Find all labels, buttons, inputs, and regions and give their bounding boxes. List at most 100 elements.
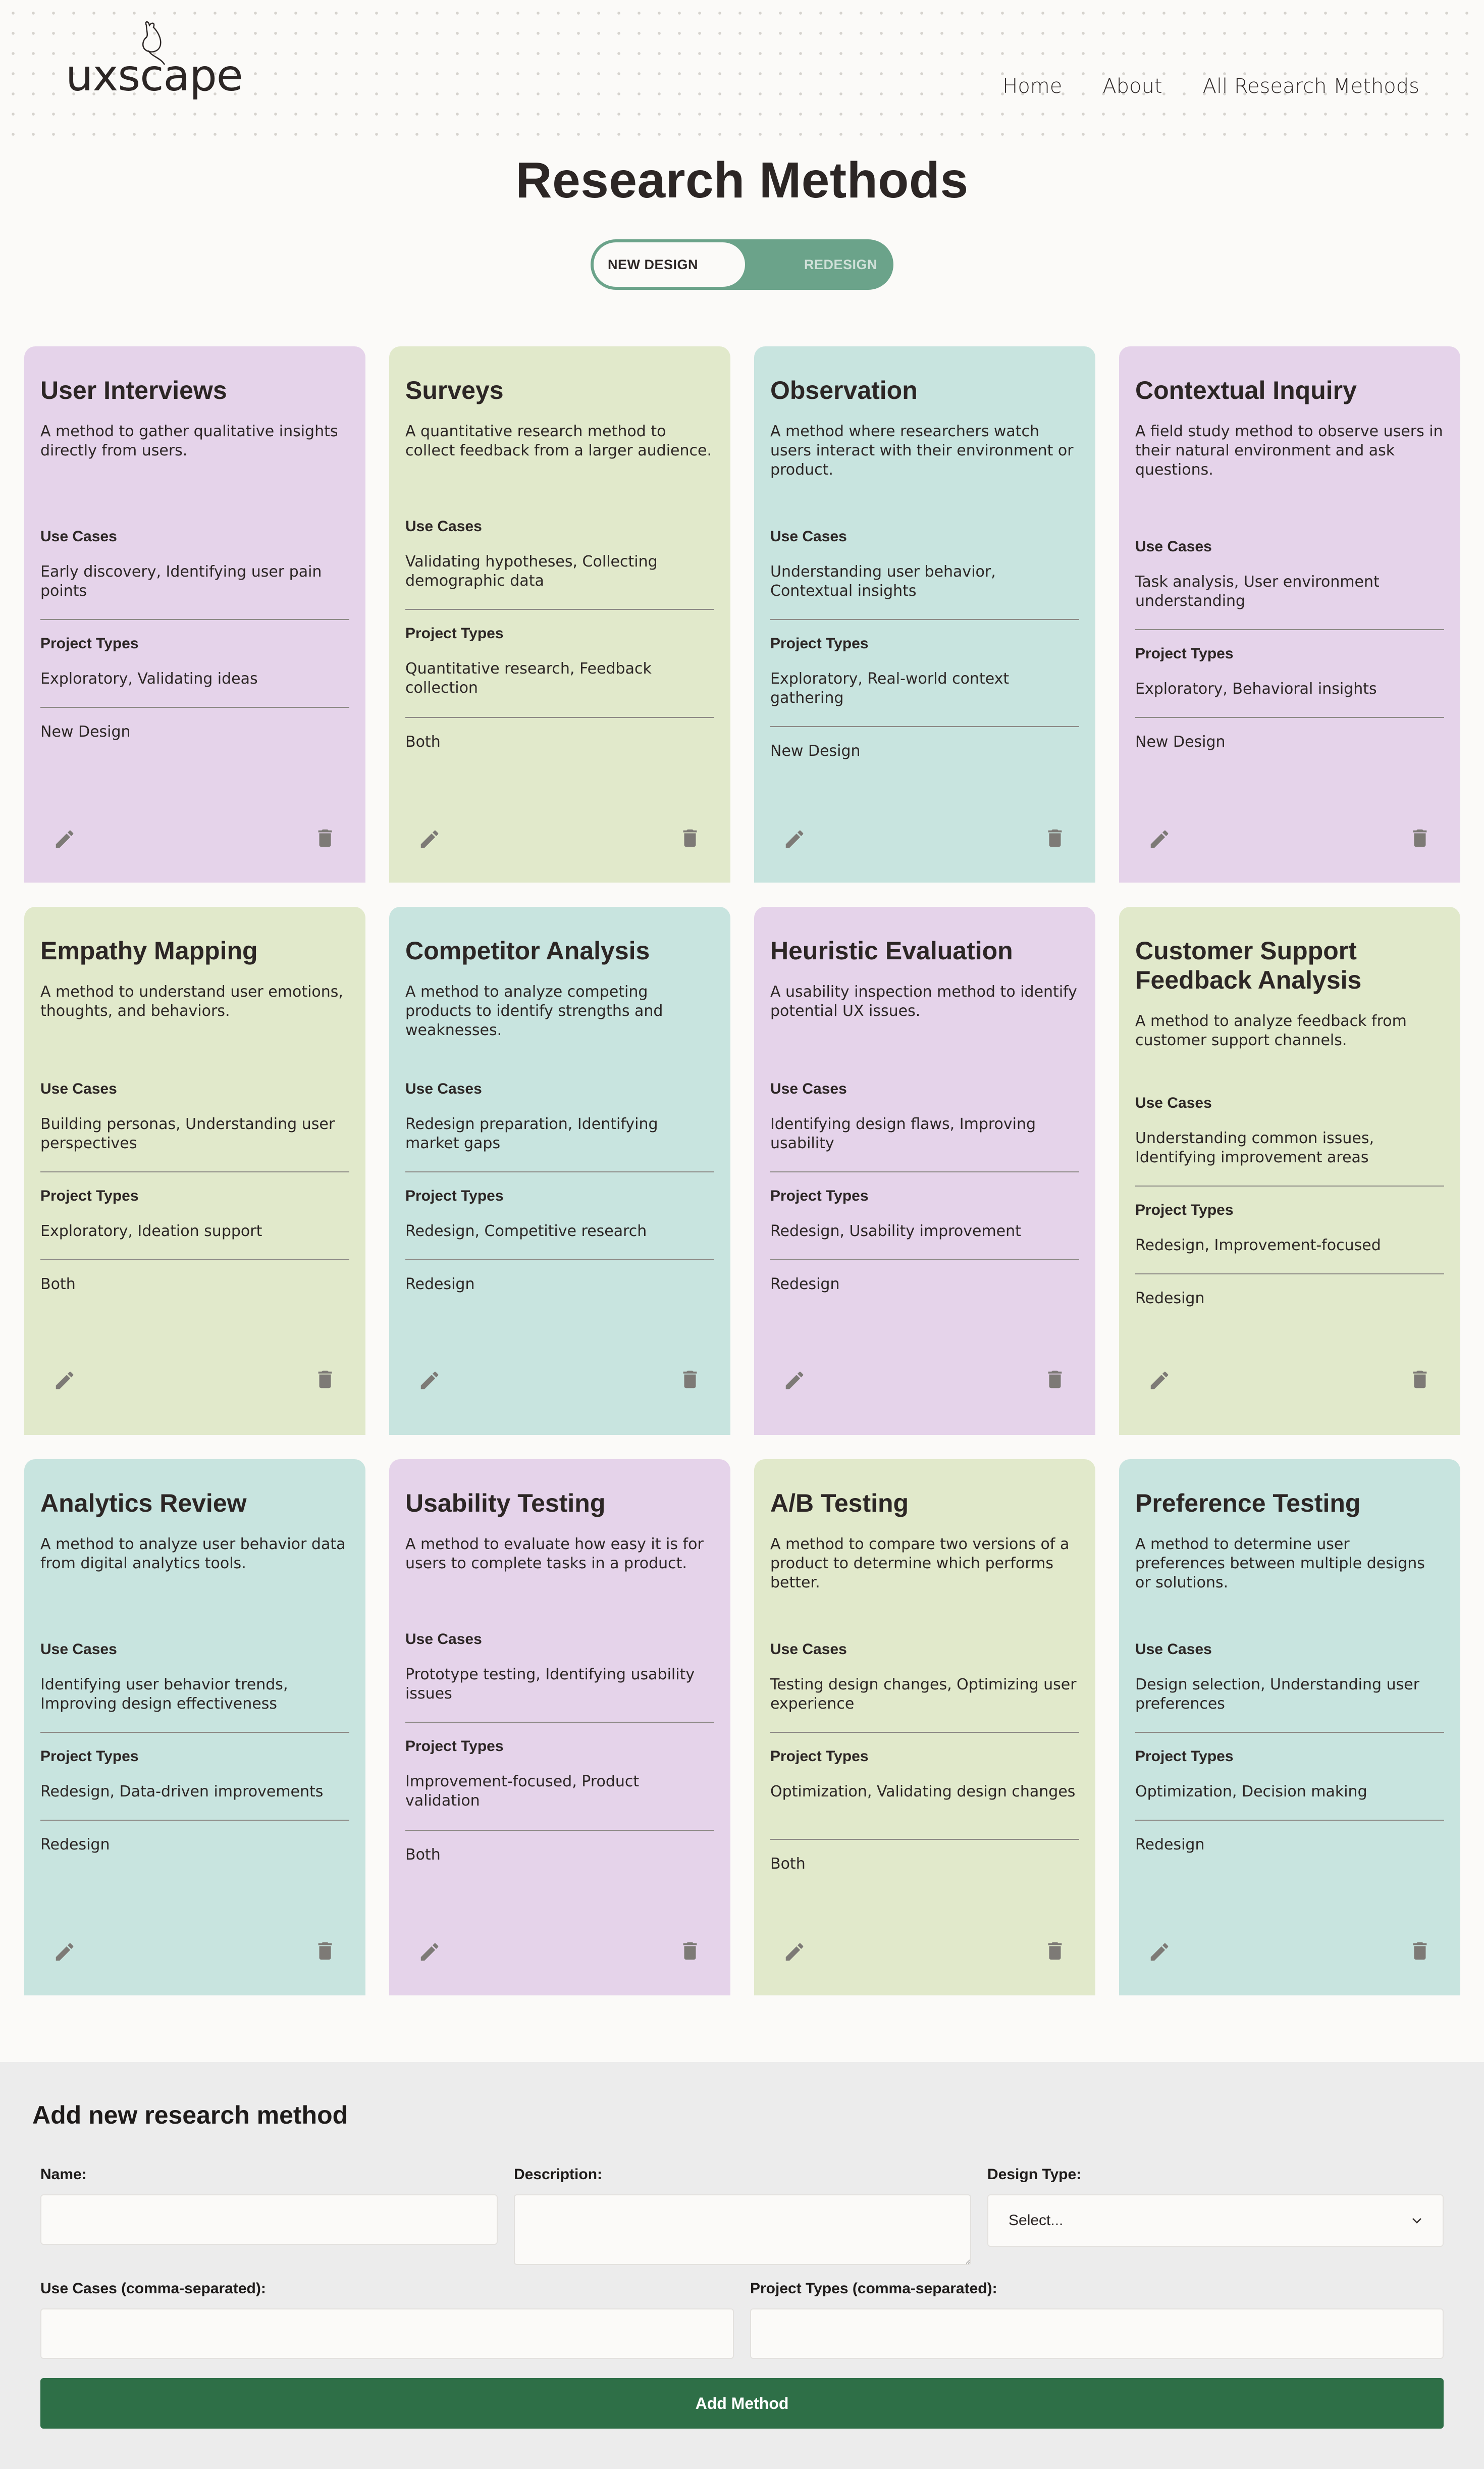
pencil-icon	[53, 1369, 76, 1395]
divider	[40, 1820, 349, 1821]
method-card: A/B Testing A method to compare two versi…	[754, 1459, 1095, 1995]
edit-button[interactable]	[49, 1366, 80, 1397]
card-description: A method to evaluate how easy it is for …	[405, 1535, 704, 1572]
use-cases-value: Early discovery, Identifying user pain p…	[40, 563, 322, 600]
divider	[1135, 717, 1444, 718]
use-cases-value: Identifying design flaws, Improving usab…	[770, 1115, 1036, 1152]
use-cases-value: Design selection, Understanding user pre…	[1135, 1676, 1420, 1713]
card-title: Customer Support Feedback Analysis	[1135, 937, 1362, 994]
description-label: Description:	[514, 2166, 603, 2183]
edit-button[interactable]	[49, 825, 80, 855]
divider	[40, 1259, 349, 1260]
pencil-icon	[783, 828, 806, 853]
design-type-value: Both	[40, 1275, 76, 1293]
design-type-label: Design Type:	[987, 2166, 1082, 2183]
edit-button[interactable]	[414, 825, 445, 855]
use-cases-value: Prototype testing, Identifying usability…	[405, 1666, 695, 1703]
design-type-value: New Design	[770, 742, 861, 760]
project-types-heading: Project Types	[40, 635, 139, 652]
project-types-value: Quantitative research, Feedback collecti…	[405, 660, 652, 697]
delete-button[interactable]	[1405, 1365, 1435, 1396]
delete-button[interactable]	[1040, 1365, 1070, 1396]
use-cases-value: Validating hypotheses, Collecting demogr…	[405, 553, 658, 590]
delete-button[interactable]	[1040, 1937, 1070, 1967]
nav-all-research-methods[interactable]: All Research Methods	[1203, 75, 1419, 98]
project-types-heading: Project Types	[770, 635, 869, 652]
divider	[770, 1839, 1079, 1840]
edit-button[interactable]	[1144, 825, 1175, 855]
nav-home[interactable]: Home	[1002, 75, 1062, 98]
card-description: A method to analyze feedback from custom…	[1135, 1012, 1407, 1049]
edit-button[interactable]	[779, 825, 810, 855]
use-cases-heading: Use Cases	[405, 1081, 482, 1097]
edit-button[interactable]	[414, 1938, 445, 1968]
pencil-icon	[418, 1940, 441, 1966]
design-type-value: Redesign	[1135, 1836, 1205, 1854]
card-title: Empathy Mapping	[40, 937, 258, 965]
toggle-new-design[interactable]: NEW DESIGN	[608, 239, 698, 290]
delete-button[interactable]	[1405, 824, 1435, 854]
delete-button[interactable]	[675, 824, 705, 854]
delete-button[interactable]	[1040, 824, 1070, 854]
divider	[1135, 629, 1444, 630]
design-type-value: Both	[770, 1855, 806, 1873]
logo-text: uxscape	[66, 50, 243, 101]
use-cases-value: Understanding user behavior, Contextual …	[770, 563, 996, 600]
pencil-icon	[1148, 828, 1171, 853]
main-nav: Home About All Research Methods	[1002, 75, 1419, 98]
method-card: Preference Testing A method to determine …	[1119, 1459, 1460, 1995]
trash-icon	[1043, 1938, 1067, 1966]
card-title: Competitor Analysis	[405, 937, 650, 965]
design-type-value: Both	[405, 1846, 441, 1864]
card-title: Contextual Inquiry	[1135, 376, 1357, 404]
edit-button[interactable]	[49, 1938, 80, 1968]
add-method-button[interactable]: Add Method	[40, 2378, 1444, 2429]
design-type-select[interactable]: Select...	[987, 2194, 1444, 2247]
add-method-form: Add new research method Name: Descriptio…	[0, 2062, 1484, 2469]
divider	[405, 1722, 714, 1723]
project-types-value: Exploratory, Validating ideas	[40, 670, 258, 688]
edit-button[interactable]	[779, 1938, 810, 1968]
edit-button[interactable]	[779, 1366, 810, 1397]
description-input[interactable]	[514, 2194, 971, 2265]
delete-button[interactable]	[675, 1365, 705, 1396]
design-type-value: Both	[405, 733, 441, 751]
delete-button[interactable]	[310, 1365, 340, 1396]
project-types-label: Project Types (comma-separated):	[750, 2280, 997, 2297]
use-cases-label: Use Cases (comma-separated):	[40, 2280, 266, 2297]
project-types-value: Redesign, Data-driven improvements	[40, 1783, 324, 1801]
use-cases-input[interactable]	[40, 2308, 734, 2359]
edit-button[interactable]	[414, 1366, 445, 1397]
card-description: A method where researchers watch users i…	[770, 423, 1074, 479]
trash-icon	[1408, 826, 1432, 853]
project-types-input[interactable]	[750, 2308, 1444, 2359]
logo[interactable]: uxscape	[66, 20, 243, 106]
design-toggle[interactable]: NEW DESIGN REDESIGN	[591, 239, 893, 290]
edit-button[interactable]	[1144, 1366, 1175, 1397]
nav-about[interactable]: About	[1102, 75, 1162, 98]
pencil-icon	[418, 1369, 441, 1395]
delete-button[interactable]	[675, 1937, 705, 1967]
use-cases-heading: Use Cases	[40, 528, 117, 545]
method-card: Usability Testing A method to evaluate ho…	[389, 1459, 730, 1995]
trash-icon	[1408, 1367, 1432, 1395]
use-cases-value: Testing design changes, Optimizing user …	[770, 1676, 1077, 1713]
delete-button[interactable]	[310, 824, 340, 854]
pencil-icon	[53, 828, 76, 853]
card-description: A quantitative research method to collec…	[405, 423, 712, 459]
name-input[interactable]	[40, 2194, 498, 2245]
trash-icon	[313, 826, 337, 853]
trash-icon	[678, 826, 702, 853]
trash-icon	[313, 1367, 337, 1395]
project-types-heading: Project Types	[1135, 1202, 1234, 1218]
divider	[770, 1259, 1079, 1260]
project-types-value: Redesign, Usability improvement	[770, 1222, 1021, 1240]
edit-button[interactable]	[1144, 1938, 1175, 1968]
delete-button[interactable]	[310, 1937, 340, 1967]
use-cases-value: Identifying user behavior trends, Improv…	[40, 1676, 288, 1713]
trash-icon	[313, 1938, 337, 1966]
divider	[405, 1259, 714, 1260]
toggle-redesign[interactable]: REDESIGN	[804, 239, 877, 290]
divider	[405, 1830, 714, 1831]
delete-button[interactable]	[1405, 1937, 1435, 1967]
